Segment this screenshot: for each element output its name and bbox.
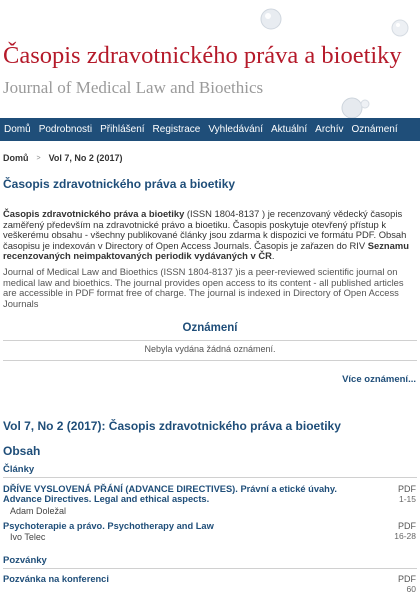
- site-subtitle: Journal of Medical Law and Bioethics: [3, 78, 264, 97]
- molecule-decoration-icon: [391, 19, 409, 37]
- divider: [3, 360, 417, 361]
- breadcrumb-home[interactable]: Domů: [3, 153, 29, 163]
- pdf-download-link[interactable]: PDF: [398, 521, 416, 531]
- pdf-download-link[interactable]: PDF: [398, 484, 416, 494]
- article-title-line: DŘÍVE VYSLOVENÁ PŘÁNÍ (ADVANCE DIRECTIVE…: [3, 484, 337, 494]
- breadcrumb: Domů > Vol 7, No 2 (2017): [3, 153, 122, 163]
- breadcrumb-current[interactable]: Vol 7, No 2 (2017): [49, 153, 123, 163]
- nav-item-archive[interactable]: Archív: [311, 118, 347, 141]
- nav-item-about[interactable]: Podrobnosti: [35, 118, 96, 141]
- divider: [3, 340, 417, 341]
- article-author: Adam Doležal: [10, 506, 67, 516]
- divider: [3, 568, 417, 569]
- article-title-line: Advance Directives. Legal and ethical as…: [3, 494, 210, 505]
- article-title-line: Psychoterapie a právo. Psychotherapy and…: [3, 521, 214, 531]
- article-title-link[interactable]: DŘÍVE VYSLOVENÁ PŘÁNÍ (ADVANCE DIRECTIVE…: [3, 484, 363, 504]
- intro-czech: Časopis zdravotnického práva a bioetiky …: [3, 208, 417, 262]
- molecule-decoration-icon: [260, 8, 282, 30]
- breadcrumb-separator: >: [36, 154, 41, 162]
- section-heading-invitations: Pozvánky: [3, 555, 47, 566]
- announcements-empty-message: Nebyla vydána žádná oznámení.: [144, 344, 276, 354]
- nav-item-current[interactable]: Aktuální: [267, 118, 311, 141]
- article-title-line: Pozvánka na konferenci: [3, 574, 109, 584]
- divider: [3, 477, 417, 478]
- main-navigation: Domů Podrobnosti Přihlášení Registrace V…: [0, 118, 420, 141]
- intro-text-part2: .: [271, 250, 275, 262]
- site-title: Časopis zdravotnického práva a bioetiky: [3, 42, 402, 69]
- intro-english: Journal of Medical Law and Bioethics (IS…: [3, 266, 404, 309]
- nav-item-login[interactable]: Přihlášení: [96, 118, 148, 141]
- article-author: Ivo Telec: [10, 532, 46, 542]
- more-announcements-link[interactable]: Více oznámení...: [342, 374, 416, 385]
- molecule-decoration-icon: [341, 97, 370, 118]
- nav-item-search[interactable]: Vyhledávání: [204, 118, 267, 141]
- nav-item-home[interactable]: Domů: [0, 118, 35, 141]
- pdf-download-link[interactable]: PDF: [398, 574, 416, 584]
- nav-item-register[interactable]: Registrace: [149, 118, 205, 141]
- page-title: Časopis zdravotnického práva a bioetiky: [3, 177, 236, 191]
- section-heading-articles: Články: [3, 464, 35, 475]
- article-pages: 60: [406, 584, 416, 594]
- toc-title: Obsah: [3, 444, 41, 458]
- article-title-link[interactable]: Psychoterapie a právo. Psychotherapy and…: [3, 521, 363, 531]
- article-title-link[interactable]: Pozvánka na konferenci: [3, 574, 363, 584]
- announcements-title: Oznámení: [182, 322, 238, 334]
- site-header: Časopis zdravotnického práva a bioetiky …: [0, 0, 420, 118]
- nav-item-announcements[interactable]: Oznámení: [348, 118, 402, 141]
- issue-title: Vol 7, No 2 (2017): Časopis zdravotnické…: [3, 419, 341, 433]
- intro-journal-name: Časopis zdravotnického práva a bioetiky: [3, 208, 185, 219]
- article-pages: 1-15: [398, 494, 416, 504]
- article-pages: 16-28: [394, 531, 416, 541]
